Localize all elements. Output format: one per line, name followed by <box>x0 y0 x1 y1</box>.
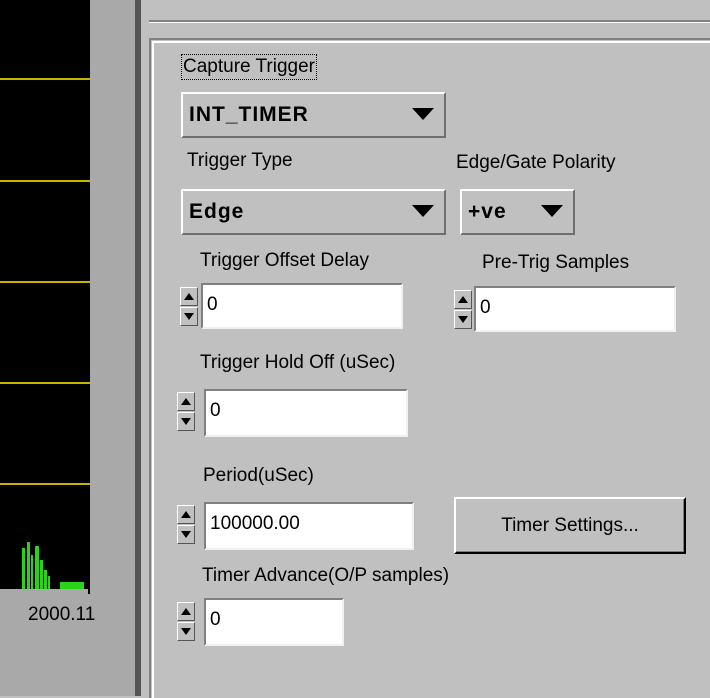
period-value: 100000.00 <box>210 513 300 534</box>
panel-gap <box>141 0 147 696</box>
pretrig-samples-field[interactable]: 0 <box>474 286 676 332</box>
pretrig-samples-value: 0 <box>480 297 491 318</box>
decrement-arrow-icon[interactable] <box>454 310 472 329</box>
trace-bar <box>22 548 25 589</box>
trace-bar <box>48 576 50 589</box>
increment-arrow-icon[interactable] <box>454 290 472 309</box>
trace-bar <box>40 560 43 589</box>
hold-off-stepper[interactable] <box>177 392 195 432</box>
x-axis-label: 2000.11 <box>28 604 96 625</box>
plot-margin <box>90 0 135 696</box>
hold-off-label: Trigger Hold Off (uSec) <box>200 352 396 373</box>
trigger-type-value: Edge <box>189 200 245 223</box>
plot-area <box>0 0 90 592</box>
period-field[interactable]: 100000.00 <box>204 502 414 550</box>
x-axis-tick <box>88 584 90 594</box>
hold-off-field[interactable]: 0 <box>204 389 408 437</box>
trace-bar <box>27 542 30 589</box>
decrement-arrow-icon[interactable] <box>177 622 195 641</box>
pretrig-samples-stepper[interactable] <box>454 290 472 330</box>
increment-arrow-icon[interactable] <box>177 505 195 524</box>
trace-bar <box>60 582 84 589</box>
timer-settings-button[interactable]: Timer Settings... <box>454 497 686 554</box>
trace-bar <box>35 546 39 589</box>
chevron-down-icon <box>412 205 434 217</box>
hold-off-value: 0 <box>210 400 221 421</box>
pretrig-samples-label: Pre-Trig Samples <box>482 252 630 273</box>
decrement-arrow-icon[interactable] <box>177 525 195 544</box>
capture-trigger-label: Capture Trigger <box>180 54 318 80</box>
increment-arrow-icon[interactable] <box>177 392 195 411</box>
trace-bar <box>31 555 33 589</box>
increment-arrow-icon[interactable] <box>180 287 198 306</box>
increment-arrow-icon[interactable] <box>177 602 195 621</box>
trigger-type-dropdown[interactable]: Edge <box>181 189 446 235</box>
upper-panel <box>149 0 710 22</box>
period-label: Period(uSec) <box>203 465 314 486</box>
offset-delay-field[interactable]: 0 <box>201 283 403 329</box>
grid-line <box>0 483 90 485</box>
timer-advance-stepper[interactable] <box>177 602 195 642</box>
grid-line <box>0 180 90 182</box>
grid-line <box>0 78 90 80</box>
grid-line <box>0 382 90 384</box>
offset-delay-label: Trigger Offset Delay <box>200 250 369 271</box>
trace-bar <box>44 570 47 589</box>
edge-polarity-dropdown[interactable]: +ve <box>460 189 575 235</box>
timer-advance-label: Timer Advance(O/P samples) <box>202 565 450 586</box>
grid-line <box>0 281 90 283</box>
edge-polarity-label: Edge/Gate Polarity <box>456 152 616 173</box>
chevron-down-icon <box>412 108 434 120</box>
period-stepper[interactable] <box>177 505 195 545</box>
trigger-type-label: Trigger Type <box>187 150 293 171</box>
offset-delay-value: 0 <box>207 294 218 315</box>
decrement-arrow-icon[interactable] <box>177 412 195 431</box>
edge-polarity-value: +ve <box>468 200 507 223</box>
decrement-arrow-icon[interactable] <box>180 307 198 326</box>
chevron-down-icon <box>541 205 563 217</box>
timer-advance-field[interactable]: 0 <box>204 598 344 646</box>
capture-trigger-dropdown[interactable]: INT_TIMER <box>181 92 446 138</box>
capture-trigger-value: INT_TIMER <box>189 103 309 126</box>
timer-advance-value: 0 <box>210 609 221 630</box>
offset-delay-stepper[interactable] <box>180 287 198 327</box>
